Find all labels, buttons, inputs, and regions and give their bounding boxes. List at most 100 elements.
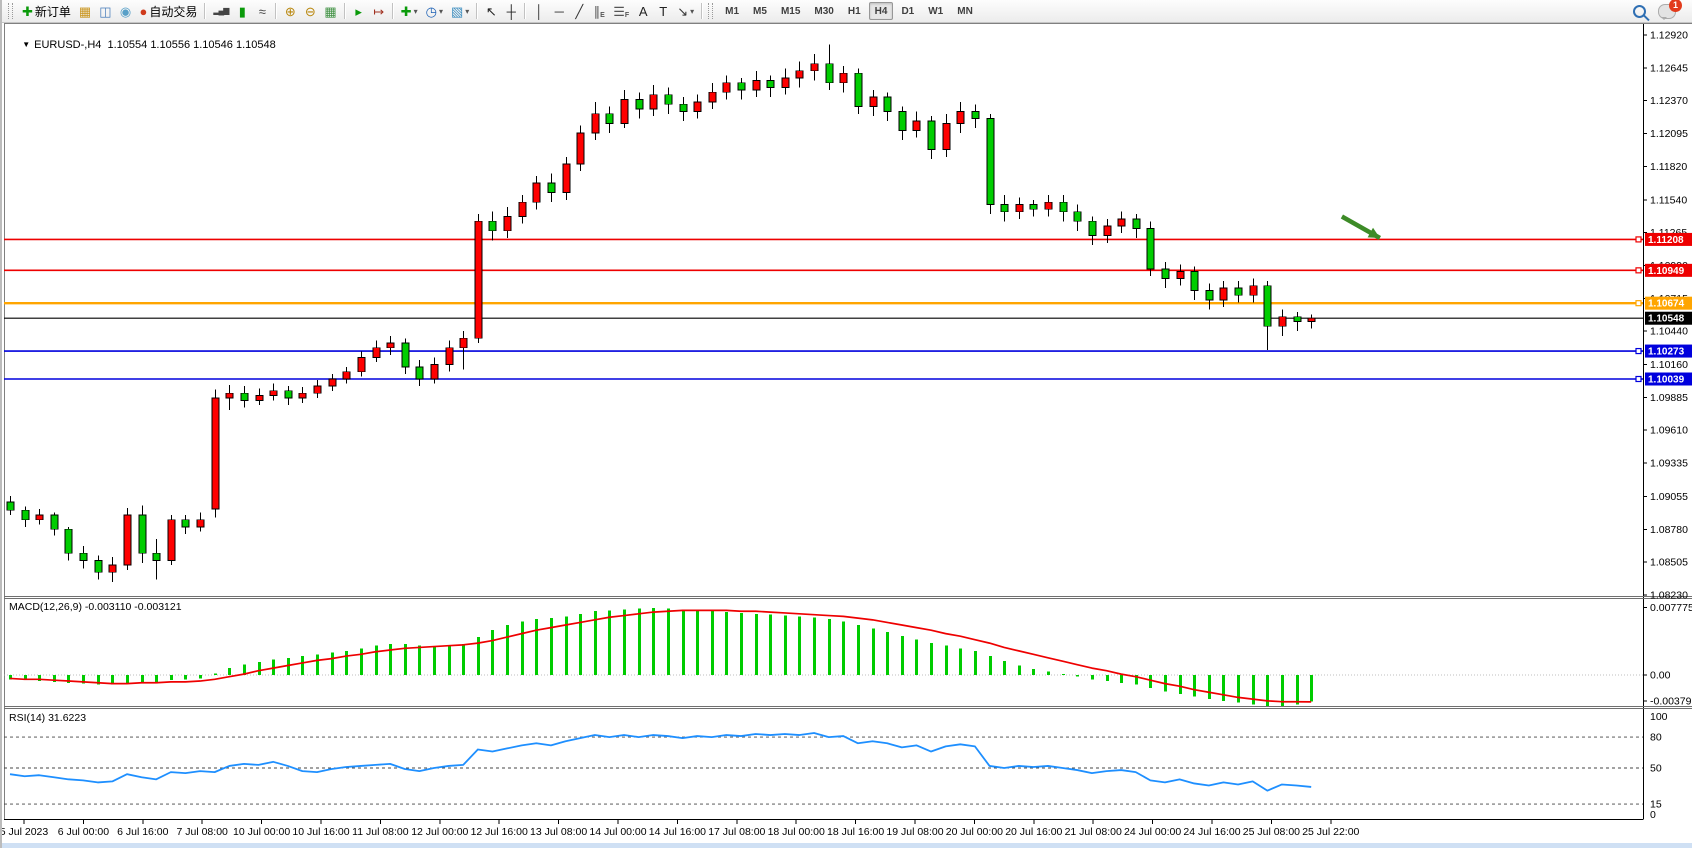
level-line-marker[interactable] — [1636, 237, 1641, 242]
macd-tick-label: 0.007775 — [1650, 602, 1692, 614]
level-line-marker[interactable] — [1636, 268, 1641, 273]
text-label-button[interactable]: T — [654, 2, 672, 20]
zoom-in-icon: ⊕ — [285, 5, 296, 18]
auto-scroll-button[interactable]: ▸ — [350, 2, 368, 20]
price-flag-label: 1.10674 — [1648, 299, 1685, 310]
candle-body — [548, 183, 555, 193]
zoom-out-button[interactable]: ⊖ — [301, 2, 319, 20]
candle-body — [226, 393, 233, 398]
candle-body — [168, 520, 175, 561]
candle-body — [1030, 205, 1037, 210]
level-line-marker[interactable] — [1636, 301, 1641, 306]
level-lines: 1.112081.109491.106741.105481.102731.100… — [4, 233, 1692, 386]
timeframe-h1-button[interactable]: H1 — [842, 2, 867, 20]
candle-body — [329, 379, 336, 386]
text-button[interactable]: A — [634, 2, 652, 20]
candle-body — [738, 83, 745, 90]
timeframe-w1-button[interactable]: W1 — [922, 2, 949, 20]
toolbar-grip[interactable] — [708, 3, 713, 19]
candle-body — [592, 114, 599, 133]
indicators-button[interactable]: ✚▾ — [398, 2, 421, 20]
candle-body — [1001, 205, 1008, 212]
profiles-button[interactable]: ◫ — [96, 2, 114, 20]
candle-body — [1074, 212, 1081, 222]
toolbar-separator — [204, 3, 206, 19]
periods-button[interactable]: ◷▾ — [423, 2, 446, 20]
candle-body — [1118, 219, 1125, 226]
candle-body — [709, 92, 716, 102]
level-line-marker[interactable] — [1636, 349, 1641, 354]
timeframe-m5-button[interactable]: M5 — [747, 2, 773, 20]
timeframe-m15-button[interactable]: M15 — [775, 2, 806, 20]
new-chart-icon: ▦ — [79, 5, 91, 18]
timeframe-h4-button[interactable]: H4 — [869, 2, 894, 20]
chevron-down-icon[interactable]: ▼ — [22, 40, 30, 49]
trendline-button[interactable]: ╱ — [570, 2, 588, 20]
price-tick-label: 1.12645 — [1650, 62, 1688, 74]
candle-body — [665, 95, 672, 105]
search-icon[interactable] — [1633, 5, 1646, 18]
candle-body — [124, 515, 131, 565]
hline-button[interactable]: ─ — [550, 2, 568, 20]
time-tick-label: 14 Jul 16:00 — [649, 826, 706, 838]
chevron-down-icon: ▾ — [414, 7, 418, 16]
channel-button[interactable]: ∥E — [590, 2, 608, 20]
chat-notification-icon[interactable]: 1 — [1658, 4, 1676, 19]
candle-body — [840, 73, 847, 83]
templates-button[interactable]: ▧▾ — [448, 2, 472, 20]
crosshair-button[interactable]: ┼ — [502, 2, 520, 20]
candle-body — [343, 372, 350, 379]
tile-windows-button[interactable]: ▦ — [321, 2, 339, 20]
candle-body — [519, 202, 526, 216]
line-chart-button[interactable]: ≈ — [253, 2, 271, 20]
signals-button[interactable]: ◉ — [117, 2, 135, 20]
cursor-arrow-icon: ↖ — [486, 5, 497, 18]
rsi-pane[interactable]: 1008050150 — [4, 711, 1668, 821]
chart-shift-button[interactable]: ↦ — [370, 2, 388, 20]
candle-body — [606, 114, 613, 124]
timeframe-m30-button[interactable]: M30 — [808, 2, 839, 20]
toolbar-separator — [344, 3, 346, 19]
horizontal-line-icon: ─ — [555, 5, 564, 18]
time-axis[interactable]: 5 Jul 20236 Jul 00:006 Jul 16:007 Jul 08… — [2, 820, 1360, 839]
notification-badge: 1 — [1669, 0, 1682, 12]
timeframe-mn-button[interactable]: MN — [951, 2, 979, 20]
time-tick-label: 10 Jul 16:00 — [292, 826, 349, 838]
candle-body — [460, 338, 467, 348]
cursor-button[interactable]: ↖ — [482, 2, 500, 20]
candle-body — [694, 102, 701, 112]
macd-pane[interactable]: 0.0077750.00-0.003797 — [4, 602, 1692, 708]
candle-body — [7, 502, 14, 510]
clock-icon: ◷ — [426, 5, 437, 18]
candle-body — [1104, 226, 1111, 236]
candle-body — [723, 83, 730, 93]
new-chart-button[interactable]: ▦ — [76, 2, 94, 20]
candle-body — [256, 396, 263, 401]
fibonacci-button[interactable]: ☰F — [610, 2, 632, 20]
trendline-icon: ╱ — [575, 5, 583, 18]
toolbar-separator — [275, 3, 277, 19]
new-order-button[interactable]: ✚新订单 — [19, 2, 74, 20]
time-tick-label: 10 Jul 00:00 — [233, 826, 290, 838]
arrows-button[interactable]: ↘▾ — [674, 2, 697, 20]
chart-canvas[interactable]: 1.129201.126451.123701.120951.118201.115… — [2, 0, 1692, 848]
vline-button[interactable]: │ — [530, 2, 548, 20]
price-tick-label: 1.08780 — [1650, 524, 1688, 536]
status-strip — [2, 843, 1692, 848]
candle-body — [1294, 317, 1301, 322]
price-tick-label: 1.09055 — [1650, 491, 1688, 503]
timeframe-m1-button[interactable]: M1 — [719, 2, 745, 20]
candle-body — [431, 365, 438, 379]
toolbar-grip[interactable] — [8, 3, 13, 19]
autotrade-button[interactable]: ●自动交易 — [137, 2, 201, 20]
time-tick-label: 14 Jul 00:00 — [589, 826, 646, 838]
time-tick-label: 12 Jul 00:00 — [411, 826, 468, 838]
candle-body — [1162, 269, 1169, 279]
level-line-marker[interactable] — [1636, 377, 1641, 382]
bar-chart-button[interactable]: ▂▄▆ — [210, 2, 231, 20]
zoom-in-button[interactable]: ⊕ — [281, 2, 299, 20]
time-tick-label: 20 Jul 16:00 — [1005, 826, 1062, 838]
timeframe-d1-button[interactable]: D1 — [895, 2, 920, 20]
candle-chart-button[interactable]: ▮ — [233, 2, 251, 20]
zoom-out-icon: ⊖ — [305, 5, 316, 18]
